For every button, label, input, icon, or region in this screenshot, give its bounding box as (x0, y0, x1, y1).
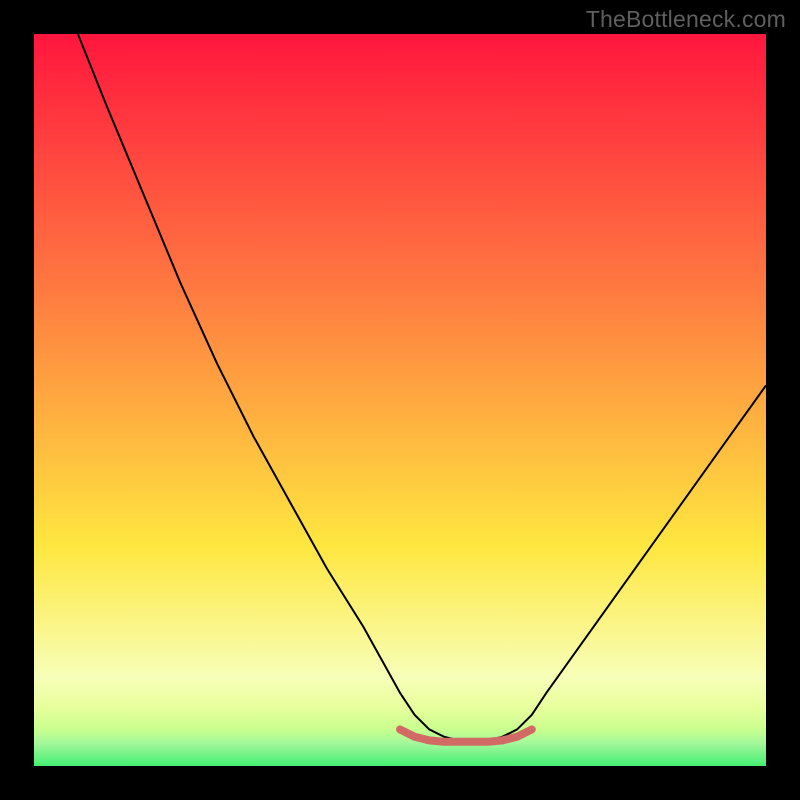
watermark-label: TheBottleneck.com (586, 6, 786, 33)
chart-plot-area (34, 34, 766, 766)
gradient-background (34, 34, 766, 766)
bottleneck-chart (34, 34, 766, 766)
